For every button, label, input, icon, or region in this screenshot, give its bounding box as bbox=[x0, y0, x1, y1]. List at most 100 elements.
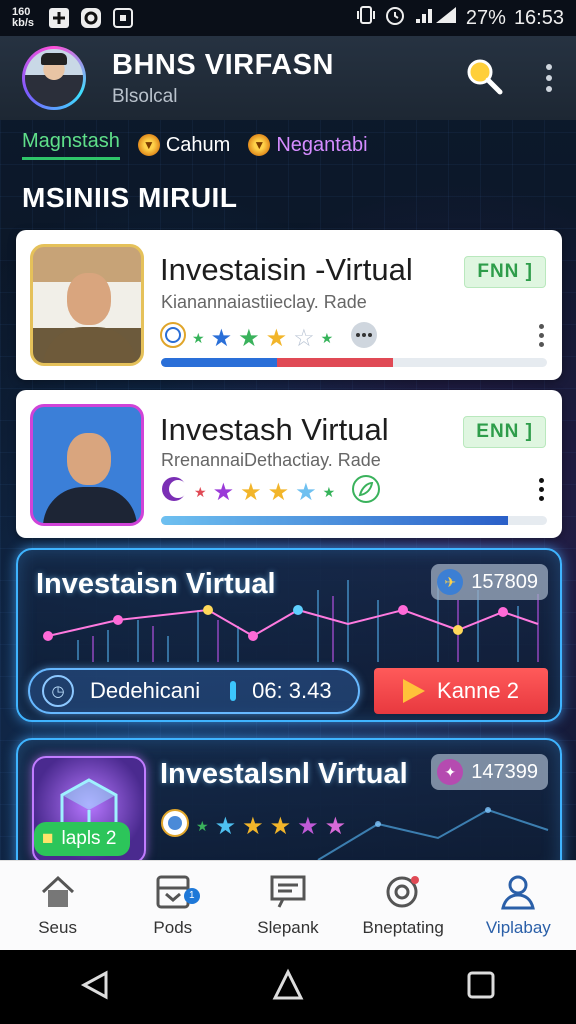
star-icon: ★ bbox=[196, 818, 209, 834]
screenshot-icon bbox=[112, 7, 134, 29]
star-icon: ★ bbox=[320, 330, 334, 346]
inbox-icon: 1 bbox=[154, 874, 200, 910]
moon-icon bbox=[160, 475, 188, 510]
nav-item-slepank[interactable]: Slepank bbox=[233, 874, 343, 938]
star-icon: ★ bbox=[267, 479, 290, 506]
progress-bar bbox=[161, 516, 547, 525]
system-navigation-bar bbox=[0, 950, 576, 1024]
nav-item-bneptating[interactable]: Bneptating bbox=[348, 874, 458, 938]
battery-percent: 27% bbox=[465, 6, 506, 29]
tab-cahum[interactable]: ▼ Cahum bbox=[137, 133, 231, 157]
star-icon: ★ bbox=[240, 479, 262, 506]
card-subtitle: RrenannaiDethactiay. Rade bbox=[161, 450, 381, 470]
card-subtitle: Kianannaiastiieclay. Rade bbox=[161, 292, 367, 312]
star-icon: ★ bbox=[210, 325, 233, 352]
home-button-icon[interactable] bbox=[271, 968, 305, 1007]
neon-investment-card[interactable]: ■ lapls 2 Investalsnl Virtual ✦ 147399 ★… bbox=[16, 738, 562, 878]
star-icon: ★ bbox=[192, 330, 205, 346]
neon-investment-card[interactable]: Investaisn Virtual ✈ 157809 ◷ Dedehicani… bbox=[16, 548, 562, 722]
leaf-icon bbox=[351, 474, 381, 511]
nav-item-seus[interactable]: Seus bbox=[3, 874, 113, 938]
nav-label: Pods bbox=[153, 917, 193, 937]
progress-bar bbox=[161, 358, 547, 367]
target-icon bbox=[384, 874, 422, 910]
tab-negantabi[interactable]: ▼ Negantabi bbox=[248, 133, 368, 157]
nav-label: Viplabay bbox=[485, 917, 551, 937]
card-title: Investash Virtual bbox=[160, 412, 389, 447]
level-tag-label: lapls 2 bbox=[61, 828, 117, 849]
star-icon: ★ bbox=[212, 479, 235, 506]
card-title: Investaisin -Virtual bbox=[160, 252, 413, 287]
star-icon: ★ bbox=[194, 484, 207, 500]
tab-label: Cahum bbox=[165, 133, 231, 156]
score-badge: ✈ 157809 bbox=[431, 564, 548, 600]
timer-icon: ◷ bbox=[42, 675, 74, 707]
investment-card[interactable]: Investash Virtual RrenannaiDethactiay. R… bbox=[16, 390, 562, 538]
bell-icon: ✦ bbox=[437, 759, 464, 785]
status-badge: FNN ] bbox=[464, 256, 546, 288]
signal-icon bbox=[414, 5, 458, 31]
vibrate-icon bbox=[356, 5, 376, 31]
status-badge: ENN ] bbox=[463, 416, 546, 448]
score-value: 147399 bbox=[471, 760, 538, 783]
more-menu-icon[interactable] bbox=[544, 64, 554, 92]
investment-card[interactable]: Investaisin -Virtual Kianannaiastiieclay… bbox=[16, 230, 562, 380]
plus-app-icon bbox=[48, 7, 70, 29]
profile-photo bbox=[30, 404, 144, 526]
score-badge: ✦ 147399 bbox=[431, 754, 548, 790]
refresh-app-icon bbox=[80, 7, 102, 29]
play-button[interactable]: Kanne 2 bbox=[374, 668, 548, 714]
card-title: Investalsnl Virtual bbox=[160, 758, 408, 790]
rating-row: ★ ★ ★ ★ ★ ★ bbox=[160, 474, 381, 511]
search-icon[interactable] bbox=[464, 56, 504, 101]
nav-item-viplabay[interactable]: Viplabay bbox=[463, 874, 573, 938]
status-bar: 160 kb/s 27% 16:53 bbox=[0, 0, 576, 36]
bottom-navigation: Seus 1 Pods Slepank Bneptating Viplabay bbox=[0, 860, 576, 950]
card-more-icon[interactable] bbox=[539, 478, 544, 501]
card-title: Investaisn Virtual bbox=[36, 568, 276, 600]
medal-icon bbox=[160, 322, 186, 355]
nav-label: Bneptating bbox=[362, 917, 444, 937]
play-button-label: Kanne 2 bbox=[437, 678, 519, 703]
rating-row: ★ ★ ★ ★ ☆ ★ bbox=[160, 320, 379, 357]
card-more-icon[interactable] bbox=[539, 324, 544, 347]
notification-badge: 1 bbox=[183, 887, 200, 904]
clock: 16:53 bbox=[513, 6, 564, 29]
star-icon: ★ bbox=[265, 325, 288, 352]
star-icon: ★ bbox=[242, 813, 264, 840]
network-speed: 160 kb/s bbox=[12, 6, 35, 29]
chat-icon bbox=[269, 874, 307, 910]
nav-item-pods[interactable]: 1 Pods bbox=[118, 874, 228, 938]
avatar[interactable] bbox=[22, 46, 86, 110]
nav-label: Slepank bbox=[257, 917, 319, 937]
star-icon: ★ bbox=[324, 813, 347, 840]
star-icon: ★ bbox=[322, 484, 336, 500]
star-icon: ★ bbox=[295, 479, 317, 506]
back-icon[interactable] bbox=[80, 969, 110, 1005]
alarm-icon bbox=[384, 4, 406, 32]
timer-pill[interactable]: ◷ Dedehicani 06: 3.43 bbox=[28, 668, 360, 714]
gift-icon: ■ bbox=[42, 828, 54, 849]
chat-bubble-icon bbox=[349, 320, 379, 357]
play-icon bbox=[403, 679, 426, 703]
section-title: MSINIIS MIRUIL bbox=[22, 182, 238, 213]
profile-photo bbox=[30, 244, 144, 366]
star-icon: ★ bbox=[214, 813, 237, 840]
app-subtitle: Blsolcal bbox=[112, 85, 178, 107]
star-icon: ★ bbox=[238, 325, 260, 352]
tab-magnstash[interactable]: Magnstash bbox=[22, 130, 120, 160]
rating-row: ★ ★ ★ ★ ★ ★ bbox=[160, 808, 346, 845]
level-tag[interactable]: ■ lapls 2 bbox=[34, 822, 131, 856]
recents-icon[interactable] bbox=[466, 970, 496, 1005]
app-title: BHNS VIRFASN bbox=[112, 48, 334, 81]
star-outline-icon: ☆ bbox=[293, 325, 315, 352]
timer-label: Dedehicani bbox=[90, 678, 201, 703]
plane-icon: ✈ bbox=[437, 569, 464, 595]
coin-icon: ▼ bbox=[248, 134, 271, 156]
filter-tabs: Magnstash ▼ Cahum ▼ Negantabi bbox=[22, 130, 368, 160]
nav-label: Seus bbox=[38, 917, 77, 937]
globe-icon bbox=[160, 808, 190, 845]
star-icon: ★ bbox=[297, 813, 319, 840]
coin-icon: ▼ bbox=[137, 134, 160, 156]
tab-label: Negantabi bbox=[276, 133, 368, 156]
